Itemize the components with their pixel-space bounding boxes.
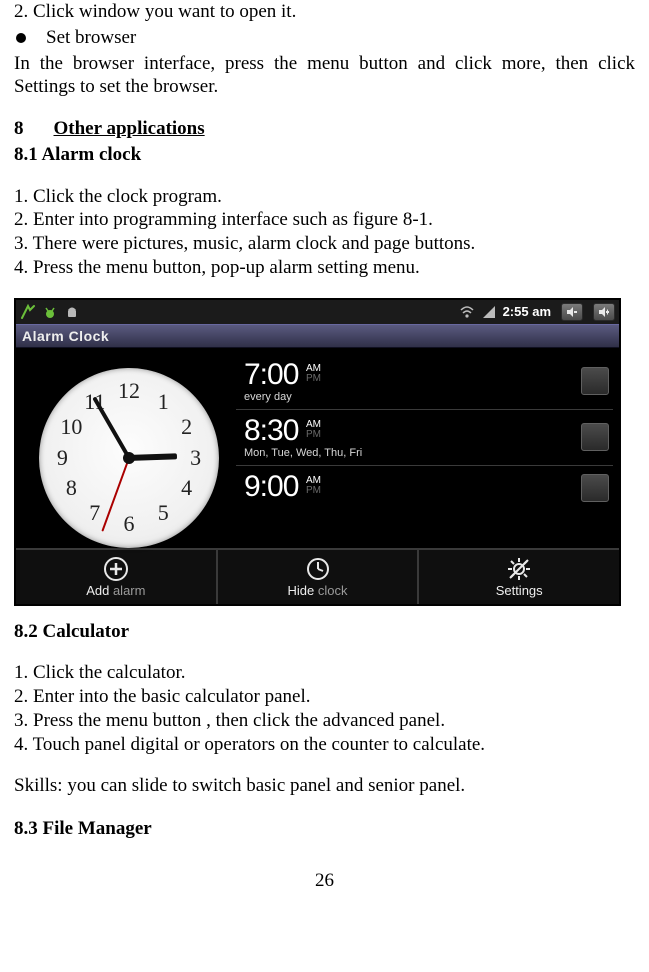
alarm-ampm: AMPM <box>306 420 321 440</box>
browser-paragraph: In the browser interface, press the menu… <box>14 52 635 100</box>
step: 3. There were pictures, music, alarm clo… <box>14 232 635 256</box>
step: 1. Click the clock program. <box>14 185 635 209</box>
alarm-row[interactable]: 7:00 AMPM every day <box>236 354 613 410</box>
section-8-number: 8 <box>14 117 24 141</box>
usb-icon <box>20 304 36 320</box>
alarm-row[interactable]: 8:30 AMPM Mon, Tue, Wed, Thu, Fri <box>236 410 613 466</box>
signal-icon <box>481 304 497 320</box>
section-8-heading: 8 Other applications <box>14 117 635 141</box>
section-8-1-steps: 1. Click the clock program. 2. Enter int… <box>14 185 635 280</box>
step: 2. Enter into programming interface such… <box>14 208 635 232</box>
clock-num-3: 3 <box>190 447 201 469</box>
gear-icon <box>506 556 532 582</box>
wifi-icon <box>459 304 475 320</box>
clock-num-5: 5 <box>158 502 169 524</box>
clock-num-8: 8 <box>66 477 77 499</box>
alarm-days: every day <box>244 392 581 403</box>
step: 3. Press the menu button , then click th… <box>14 709 635 733</box>
clock-num-9: 9 <box>57 447 68 469</box>
analog-clock-area: 12 1 2 3 4 5 6 7 8 9 10 11 <box>16 348 236 548</box>
step: 2. Enter into the basic calculator panel… <box>14 685 635 709</box>
section-8-2-heading: 8.2 Calculator <box>14 620 635 644</box>
alarm-toggle-checkbox[interactable] <box>581 474 609 502</box>
step: 1. Click the calculator. <box>14 661 635 685</box>
clock-num-10: 10 <box>60 416 82 438</box>
clock-num-1: 1 <box>158 391 169 413</box>
clock-hub <box>123 452 135 464</box>
bullet-set-browser: Set browser <box>14 26 635 50</box>
hour-hand <box>129 453 177 461</box>
volume-down-button[interactable] <box>561 303 583 321</box>
alarm-toggle-checkbox[interactable] <box>581 423 609 451</box>
action-label: Add alarm <box>86 584 145 597</box>
analog-clock[interactable]: 12 1 2 3 4 5 6 7 8 9 10 11 <box>39 368 219 548</box>
figure-8-1: 2:55 am Alarm Clock 12 <box>14 298 635 606</box>
section-8-2-steps: 1. Click the calculator. 2. Enter into t… <box>14 661 635 756</box>
debug-icon <box>42 304 58 320</box>
section-8-1-heading: 8.1 Alarm clock <box>14 143 635 167</box>
step: 4. Press the menu button, pop-up alarm s… <box>14 256 635 280</box>
alarm-ampm: AMPM <box>306 364 321 384</box>
bullet-icon <box>16 33 26 43</box>
alarm-time: 9:00 <box>244 470 298 503</box>
page-number: 26 <box>14 869 635 893</box>
alarm-row[interactable]: 9:00 AMPM <box>236 466 613 510</box>
intro-step-2: 2. Click window you want to open it. <box>14 0 635 24</box>
clock-num-12: 12 <box>118 380 140 402</box>
add-alarm-button[interactable]: Add alarm <box>16 550 218 604</box>
hide-clock-button[interactable]: Hide clock <box>218 550 420 604</box>
app-title-bar: Alarm Clock <box>16 324 619 348</box>
clock-hide-icon <box>305 556 331 582</box>
plus-circle-icon <box>103 556 129 582</box>
status-time: 2:55 am <box>503 305 551 318</box>
app-title: Alarm Clock <box>22 329 109 343</box>
action-label: Hide clock <box>288 584 348 597</box>
clock-num-2: 2 <box>181 416 192 438</box>
clock-num-4: 4 <box>181 477 192 499</box>
skills-note: Skills: you can slide to switch basic pa… <box>14 774 635 798</box>
section-8-title: Other applications <box>54 118 205 139</box>
clock-num-6: 6 <box>124 513 135 535</box>
clock-num-7: 7 <box>89 502 100 524</box>
alarm-time: 8:30 <box>244 414 298 447</box>
action-bar: Add alarm Hide clock <box>16 548 619 604</box>
alarm-time: 7:00 <box>244 358 298 391</box>
alarm-days: Mon, Tue, Wed, Thu, Fri <box>244 448 581 459</box>
settings-button[interactable]: Settings <box>419 550 619 604</box>
section-8-3-heading: 8.3 File Manager <box>14 817 635 841</box>
status-bar: 2:55 am <box>16 300 619 324</box>
step: 4. Touch panel digital or operators on t… <box>14 733 635 757</box>
alarm-toggle-checkbox[interactable] <box>581 367 609 395</box>
alarms-list: 7:00 AMPM every day 8:30 AMPM <box>236 348 619 548</box>
volume-up-button[interactable] <box>593 303 615 321</box>
minute-hand <box>92 396 130 459</box>
bullet-label: Set browser <box>46 26 136 50</box>
android-icon <box>64 304 80 320</box>
clock-dial: 12 1 2 3 4 5 6 7 8 9 10 11 <box>39 368 219 548</box>
action-label: Settings <box>496 584 543 597</box>
alarm-ampm: AMPM <box>306 476 321 496</box>
device-screenshot: 2:55 am Alarm Clock 12 <box>14 298 621 606</box>
